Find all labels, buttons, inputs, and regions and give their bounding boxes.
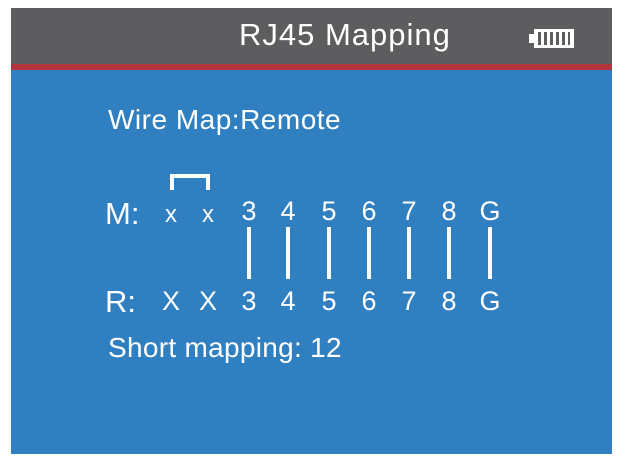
main-pin-5: 5 — [321, 196, 337, 226]
wire-6 — [367, 227, 371, 279]
short-mapping-result: Short mapping: 12 — [108, 332, 342, 363]
remote-pin-4: 4 — [280, 286, 296, 316]
wire-map-mode: Wire Map:Remote — [108, 104, 342, 135]
remote-pin-1: X — [161, 286, 181, 316]
screen-title: RJ45 Mapping — [239, 17, 451, 52]
main-pin-8: 8 — [441, 196, 457, 226]
remote-pin-3: 3 — [241, 286, 257, 316]
wire-9 — [488, 227, 492, 279]
main-pin-7: 7 — [401, 196, 417, 226]
remote-pin-2: X — [198, 286, 218, 316]
remote-unit-label: R: — [105, 284, 136, 319]
header-bar: RJ45 Mapping — [11, 8, 612, 64]
wire-7 — [407, 227, 411, 279]
main-pin-3: 3 — [241, 196, 257, 226]
header-divider — [11, 64, 612, 70]
main-pin-9: G — [479, 196, 501, 226]
remote-pin-9: G — [479, 286, 501, 316]
main-pin-4: 4 — [280, 196, 296, 226]
wire-8 — [447, 227, 451, 279]
wire-3 — [247, 227, 251, 279]
tester-screen: RJ45 Mapping Wire Map:Remote M: xx345678… — [11, 8, 612, 454]
main-unit-label: M: — [105, 196, 140, 231]
wire-5 — [327, 227, 331, 279]
main-pin-1: x — [165, 201, 177, 228]
wire-4 — [286, 227, 290, 279]
short-bracket-1-2 — [170, 174, 210, 190]
remote-pin-5: 5 — [321, 286, 337, 316]
main-pin-2: x — [202, 201, 214, 228]
remote-pin-6: 6 — [361, 286, 377, 316]
remote-pin-8: 8 — [441, 286, 457, 316]
battery-full-icon — [529, 29, 574, 48]
main-pin-6: 6 — [361, 196, 377, 226]
remote-pin-7: 7 — [401, 286, 417, 316]
